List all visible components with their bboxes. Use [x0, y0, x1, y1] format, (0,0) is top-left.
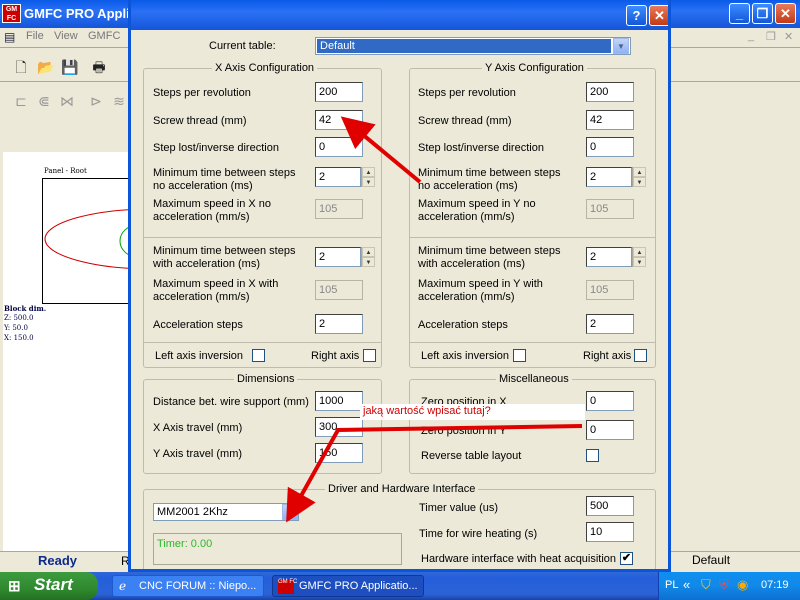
taskbar-item-gmfc[interactable]: GM FC GMFC PRO Applicatio... — [272, 575, 424, 597]
browser-icon: ℯ — [119, 579, 127, 593]
clock: 07:19 — [761, 579, 789, 591]
arrow-to-driver — [286, 424, 583, 523]
taskbar-item-cnc-forum[interactable]: ℯ CNC FORUM :: Niepo... — [112, 575, 264, 597]
antivirus-icon[interactable]: ⛨ — [719, 577, 729, 593]
update-icon[interactable]: ◉ — [737, 577, 748, 593]
security-shield-icon[interactable]: ⛉ — [701, 577, 711, 593]
tray-arrow-icon[interactable]: « — [683, 577, 690, 592]
start-button[interactable]: ⊞ Start — [0, 572, 98, 600]
windows-logo-icon: ⊞ — [8, 578, 21, 595]
language-indicator[interactable]: PL — [665, 579, 678, 591]
system-tray: PL « ⛉ ⛨ ◉ 07:19 — [658, 572, 800, 600]
gmfc-app-icon: GM FC — [278, 579, 297, 594]
annotation-arrows — [286, 116, 583, 523]
arrow-to-screw-thread — [340, 116, 422, 184]
